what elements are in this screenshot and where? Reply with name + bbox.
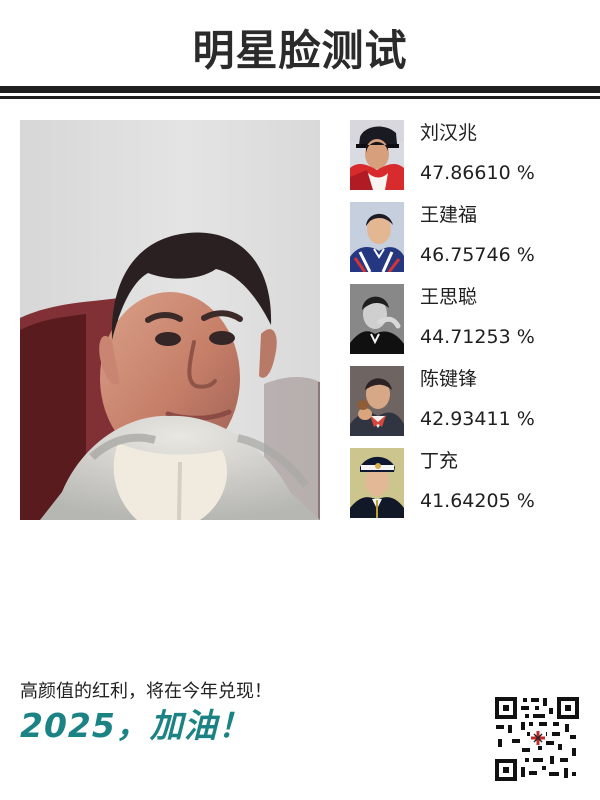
main-face-photo <box>20 120 320 520</box>
result-item-3: 王思聪 44.71253 % <box>350 284 580 354</box>
result-name: 刘汉兆 <box>420 122 478 144</box>
header-rule-thick <box>0 86 600 93</box>
result-thumbnail <box>350 284 404 354</box>
result-thumbnail <box>350 202 404 272</box>
result-score: 47.86610 % <box>420 162 535 184</box>
result-score: 42.93411 % <box>420 408 535 430</box>
result-item-2: 王建福 46.75746 % <box>350 202 580 272</box>
star-face-test-page: 明星脸测试 刘汉兆 47.86610 % 王建福 46.75746 % 王思聪 … <box>0 0 600 800</box>
result-item-4: 陈键锋 42.93411 % <box>350 366 580 436</box>
result-thumbnail <box>350 120 404 190</box>
result-thumbnail <box>350 448 404 518</box>
results-list: 刘汉兆 47.86610 % 王建福 46.75746 % 王思聪 44.712… <box>350 120 580 530</box>
header: 明星脸测试 <box>0 0 600 99</box>
result-score: 41.64205 % <box>420 490 535 512</box>
result-score: 44.71253 % <box>420 326 535 348</box>
result-thumbnail <box>350 366 404 436</box>
result-name: 王建福 <box>420 204 478 226</box>
header-rule-thin <box>0 96 600 99</box>
result-name: 陈键锋 <box>420 368 478 390</box>
result-name: 王思聪 <box>420 286 478 308</box>
slogan: 高颜值的红利，将在今年兑现！ <box>20 681 272 702</box>
qr-code-icon <box>494 696 580 782</box>
big-slogan: 2025，加油！ <box>20 706 252 745</box>
result-item-1: 刘汉兆 47.86610 % <box>350 120 580 190</box>
page-title: 明星脸测试 <box>192 26 408 75</box>
result-score: 46.75746 % <box>420 244 535 266</box>
result-item-5: 丁充 41.64205 % <box>350 448 580 518</box>
result-name: 丁充 <box>420 450 459 472</box>
